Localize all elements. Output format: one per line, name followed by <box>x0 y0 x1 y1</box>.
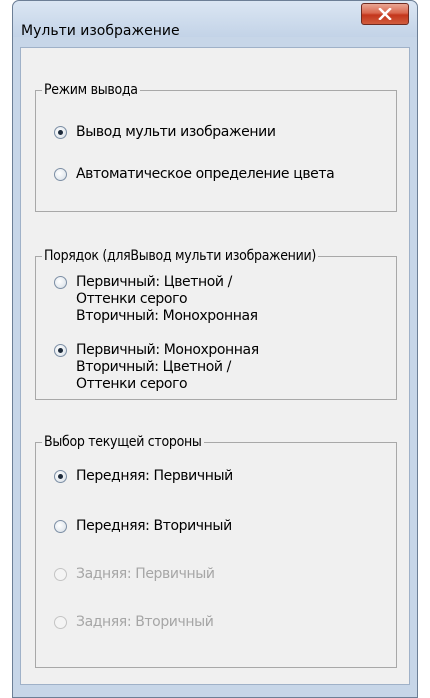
window-title: Мульти изображение <box>21 23 180 39</box>
output-mode-legend: Режим вывода <box>42 81 140 99</box>
radio-front-secondary[interactable]: Передняя: Вторичный <box>54 518 232 535</box>
close-button[interactable] <box>361 3 409 25</box>
order-legend: Порядок (дляВывод мульти изображении) <box>42 247 318 265</box>
radio-back-primary: Задняя: Первичный <box>54 566 215 583</box>
current-side-group: Выбор текущей стороны Передняя: Первичны… <box>35 433 397 668</box>
radio-button-checked[interactable] <box>54 470 67 483</box>
radio-label: Задняя: Вторичный <box>76 614 214 630</box>
radio-primary-mono[interactable]: Первичный: Монохронная Вторичный: Цветно… <box>54 342 259 393</box>
dialog-client-area: Режим вывода Вывод мульти изображении Ав… <box>20 47 410 685</box>
radio-front-primary[interactable]: Передняя: Первичный <box>54 468 233 485</box>
radio-label: Первичный: Цветной / Оттенки серого Втор… <box>76 274 258 324</box>
close-icon <box>378 8 392 20</box>
title-bar[interactable]: Мульти изображение <box>13 1 417 39</box>
multi-image-dialog: Мульти изображение Режим вывода Вывод му… <box>12 0 418 698</box>
radio-primary-color[interactable]: Первичный: Цветной / Оттенки серого Втор… <box>54 274 258 325</box>
radio-button-checked[interactable] <box>54 126 67 139</box>
radio-label: Вывод мульти изображении <box>76 124 276 140</box>
radio-back-secondary: Задняя: Вторичный <box>54 614 214 631</box>
radio-label: Первичный: Монохронная Вторичный: Цветно… <box>76 342 259 392</box>
radio-button[interactable] <box>54 520 67 533</box>
radio-button[interactable] <box>54 168 67 181</box>
current-side-legend: Выбор текущей стороны <box>42 433 204 451</box>
radio-label: Передняя: Первичный <box>76 468 233 484</box>
radio-label: Автоматическое определение цвета <box>76 166 335 182</box>
radio-button-disabled <box>54 616 67 629</box>
radio-multi-image-output[interactable]: Вывод мульти изображении <box>54 124 276 141</box>
order-group: Порядок (дляВывод мульти изображении) Пе… <box>35 247 397 400</box>
radio-button[interactable] <box>54 276 67 289</box>
radio-button-disabled <box>54 568 67 581</box>
radio-label: Передняя: Вторичный <box>76 518 232 534</box>
output-mode-group: Режим вывода Вывод мульти изображении Ав… <box>35 81 397 212</box>
radio-button-checked[interactable] <box>54 344 67 357</box>
radio-label: Задняя: Первичный <box>76 566 215 582</box>
radio-auto-color-detect[interactable]: Автоматическое определение цвета <box>54 166 335 183</box>
